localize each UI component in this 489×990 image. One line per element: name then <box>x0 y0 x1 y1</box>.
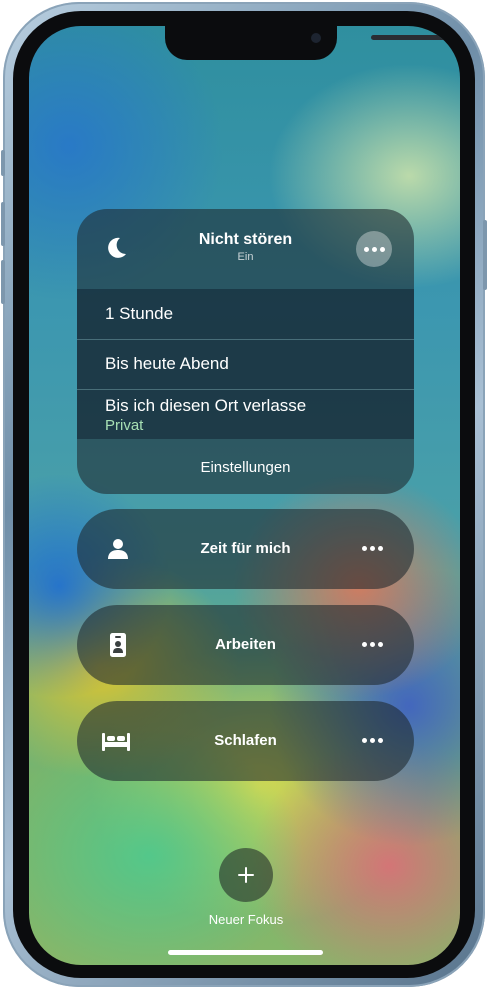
earpiece-speaker <box>371 35 449 40</box>
option-until-evening-label: Bis heute Abend <box>105 354 229 373</box>
dnd-card: Nicht stören Ein 1 Stunde Bis heute Aben… <box>77 209 414 494</box>
option-until-evening[interactable]: Bis heute Abend <box>77 340 414 389</box>
focus-work[interactable]: Arbeiten <box>77 605 414 685</box>
dnd-header[interactable]: Nicht stören Ein <box>77 209 414 289</box>
focus-screen: Nicht stören Ein 1 Stunde Bis heute Aben… <box>29 26 460 965</box>
home-indicator[interactable] <box>168 950 323 955</box>
option-location-label: Privat <box>105 417 144 434</box>
new-focus-label: Neuer Fokus <box>208 912 284 927</box>
option-until-leave[interactable]: Bis ich diesen Ort verlasse Privat <box>77 390 414 439</box>
dnd-more-button[interactable] <box>356 231 392 267</box>
more-dots-icon[interactable] <box>362 738 383 743</box>
more-dots-icon <box>363 246 385 252</box>
option-one-hour[interactable]: 1 Stunde <box>77 289 414 339</box>
new-focus-button[interactable] <box>219 848 273 902</box>
volume-down-button <box>1 260 5 304</box>
more-dots-icon[interactable] <box>362 546 383 551</box>
focus-personal[interactable]: Zeit für mich <box>77 509 414 589</box>
silent-switch <box>1 150 5 176</box>
more-dots-icon[interactable] <box>362 642 383 647</box>
focus-sleep[interactable]: Schlafen <box>77 701 414 781</box>
option-until-leave-label: Bis ich diesen Ort verlasse <box>105 396 307 415</box>
plus-icon <box>238 867 254 883</box>
notch <box>165 26 449 60</box>
settings-button[interactable]: Einstellungen <box>77 459 414 476</box>
front-camera <box>311 33 321 43</box>
option-one-hour-label: 1 Stunde <box>105 304 174 323</box>
volume-up-button <box>1 202 5 246</box>
side-button <box>483 220 487 290</box>
